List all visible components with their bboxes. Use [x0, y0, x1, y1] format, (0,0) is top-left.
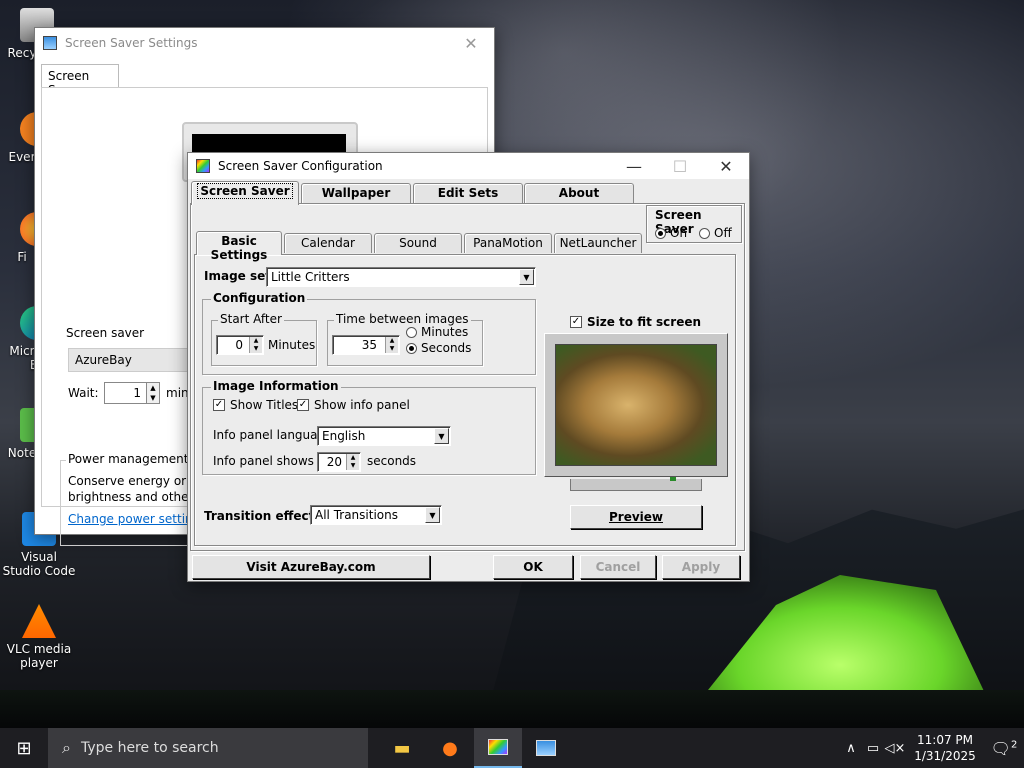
search-icon: ⌕: [62, 738, 71, 757]
azurebay-taskbar-icon[interactable]: [474, 728, 522, 768]
wallpaper-ground: [0, 690, 1024, 730]
shows-for-stepper[interactable]: ▲ ▼: [346, 454, 359, 470]
transition-effects-dropdown[interactable]: All Transitions ▼: [310, 505, 442, 525]
apply-button[interactable]: Apply: [662, 555, 740, 579]
image-set-dropdown[interactable]: Little Critters ▼: [266, 267, 536, 287]
minimize-icon[interactable]: —: [611, 151, 657, 181]
cancel-button[interactable]: Cancel: [580, 555, 656, 579]
file-explorer-icon[interactable]: ▬: [378, 728, 426, 768]
screen-saver-taskbar-icon[interactable]: [522, 728, 570, 768]
tab-screen-saver-main[interactable]: Screen Saver: [191, 181, 299, 205]
system-tray: ∧ ▭ ◁× 11:07 PM 1/31/2025 🗨2: [840, 728, 1024, 768]
tab-sound[interactable]: Sound: [374, 233, 462, 253]
unit-minutes-radio[interactable]: Minutes: [406, 325, 468, 339]
screen-saver-configuration-window: Screen Saver Configuration — ☐ ✕ Screen …: [187, 152, 750, 582]
cfg-title: Screen Saver Configuration: [218, 159, 383, 173]
clock-date: 1/31/2025: [914, 749, 976, 763]
tab-screen-saver[interactable]: Screen Saver: [41, 64, 119, 97]
azurebay-app-icon: [196, 159, 210, 173]
shows-for-unit: seconds: [367, 454, 417, 468]
monitor-icon: [43, 36, 57, 50]
ok-button[interactable]: OK: [493, 555, 573, 579]
start-after-stepper[interactable]: ▲ ▼: [249, 337, 262, 353]
monitor-led-icon: [670, 477, 676, 481]
tab-wallpaper[interactable]: Wallpaper: [301, 183, 411, 203]
tab-about[interactable]: About: [524, 183, 634, 203]
tab-calendar[interactable]: Calendar: [284, 233, 372, 253]
tab-edit-sets[interactable]: Edit Sets: [413, 183, 523, 203]
tab-panamotion[interactable]: PanaMotion: [464, 233, 552, 253]
preview-button[interactable]: Preview: [570, 505, 702, 529]
ss-settings-titlebar[interactable]: Screen Saver Settings ✕: [35, 28, 494, 58]
volume-muted-icon[interactable]: ◁×: [884, 741, 906, 756]
screen-saver-toggle-group: Screen Saver On Off: [646, 205, 742, 243]
time-between-input[interactable]: 35 ▲ ▼: [332, 335, 400, 355]
notification-center-icon[interactable]: 🗨2: [984, 739, 1024, 758]
close-icon[interactable]: ✕: [703, 151, 749, 181]
tab-basic-settings[interactable]: Basic Settings: [196, 231, 282, 262]
start-button[interactable]: ⊞: [0, 728, 48, 768]
unit-seconds-radio[interactable]: Seconds: [406, 341, 471, 355]
change-power-settings-link[interactable]: Change power settings: [68, 512, 207, 526]
start-after-input[interactable]: 0 ▲ ▼: [216, 335, 264, 355]
configuration-group: Configuration Start After 0 ▲ ▼ Minutes T…: [202, 291, 536, 375]
close-icon[interactable]: ✕: [448, 28, 494, 58]
power-management-title: Power management: [66, 452, 191, 466]
preview-image: [555, 344, 717, 466]
power-text-line2: brightness and other p: [68, 490, 205, 504]
notification-count: 2: [1010, 739, 1018, 751]
vlc-icon: [22, 604, 56, 638]
monitor-stand: [570, 479, 702, 491]
chevron-up-icon[interactable]: ∧: [840, 741, 862, 756]
chevron-down-icon[interactable]: ▼: [519, 269, 534, 285]
preview-monitor: [544, 333, 728, 477]
maximize-icon[interactable]: ☐: [657, 151, 703, 181]
info-panel-language-dropdown[interactable]: English ▼: [317, 426, 451, 446]
search-placeholder: Type here to search: [80, 740, 219, 756]
wait-label: Wait:: [68, 386, 99, 400]
start-after-title: Start After: [218, 312, 284, 326]
visit-azurebay-button[interactable]: Visit AzureBay.com: [192, 555, 430, 579]
clock-time: 11:07 PM: [917, 733, 973, 747]
info-panel-shows-for-input[interactable]: 20 ▲ ▼: [317, 452, 361, 472]
time-between-group: Time between images 35 ▲ ▼ Minutes Second…: [327, 312, 483, 366]
start-after-unit: Minutes: [268, 338, 316, 352]
wait-unit-label: min: [166, 386, 189, 400]
show-info-panel-checkbox[interactable]: ✓ Show info panel: [297, 398, 410, 412]
ss-settings-title: Screen Saver Settings: [65, 36, 198, 50]
wait-stepper[interactable]: ▲ ▼: [146, 382, 160, 404]
time-between-stepper[interactable]: ▲ ▼: [385, 337, 398, 353]
network-icon[interactable]: ▭: [862, 741, 884, 756]
taskbar: ⊞ ⌕ Type here to search ▬ ● ∧ ▭ ◁× 11:07…: [0, 728, 1024, 768]
transition-effects-label: Transition effects:: [204, 509, 327, 523]
cfg-titlebar[interactable]: Screen Saver Configuration — ☐ ✕: [188, 153, 749, 179]
chevron-down-icon[interactable]: ▼: [425, 507, 440, 523]
windows-logo-icon: ⊞: [16, 737, 32, 759]
show-titles-checkbox[interactable]: ✓ Show Titles: [213, 398, 298, 412]
firefox-taskbar-icon[interactable]: ●: [426, 728, 474, 768]
tab-netlauncher[interactable]: NetLauncher: [554, 233, 642, 253]
desktop-icon-vlc[interactable]: VLC media player: [2, 604, 76, 670]
start-after-group: Start After 0 ▲ ▼ Minutes: [211, 312, 317, 366]
time-between-title: Time between images: [334, 312, 471, 326]
chevron-down-icon[interactable]: ▼: [434, 428, 449, 444]
clock[interactable]: 11:07 PM 1/31/2025: [906, 732, 984, 764]
screen-saver-dropdown[interactable]: AzureBay: [68, 348, 198, 372]
size-to-fit-screen-checkbox[interactable]: ✓ Size to fit screen: [570, 315, 701, 329]
image-information-group: Image Information ✓ Show Titles ✓ Show inf…: [202, 379, 536, 475]
screen-saver-on-radio[interactable]: On: [655, 226, 687, 240]
screen-saver-label: Screen saver: [66, 326, 145, 340]
image-information-title: Image Information: [211, 379, 341, 393]
taskbar-search-box[interactable]: ⌕ Type here to search: [48, 728, 368, 768]
configuration-title: Configuration: [211, 291, 308, 305]
screen-saver-off-radio[interactable]: Off: [699, 226, 732, 240]
